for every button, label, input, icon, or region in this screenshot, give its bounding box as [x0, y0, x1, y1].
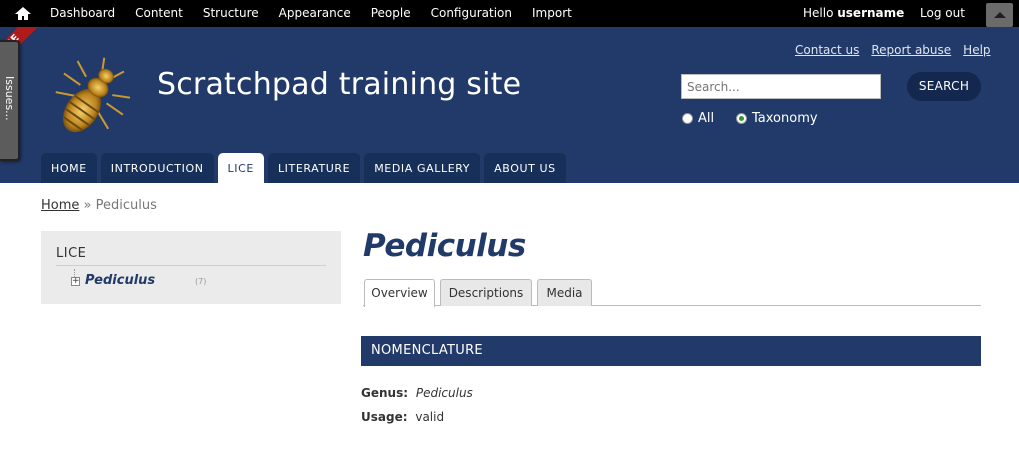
tab-media[interactable]: Media [537, 279, 592, 306]
nav-tab-lice[interactable]: LICE [217, 153, 264, 183]
site-name[interactable]: Scratchpad training site [157, 67, 521, 102]
toolbar-item-people[interactable]: People [371, 6, 411, 21]
hello-text: Hello [803, 6, 834, 20]
issues-tab-label: Issues... [3, 76, 16, 121]
nav-tab-about-us[interactable]: ABOUT US [484, 153, 566, 183]
toolbar-item-configuration[interactable]: Configuration [431, 6, 512, 21]
tab-overview[interactable]: Overview [364, 279, 435, 307]
primary-nav: HOME INTRODUCTION LICE LITERATURE MEDIA … [41, 153, 570, 183]
user-greeting: Hello username [803, 6, 904, 21]
nav-tab-media-gallery[interactable]: MEDIA GALLERY [364, 153, 481, 183]
field-genus-label: Genus: [361, 386, 409, 400]
breadcrumb-current: Pediculus [95, 198, 157, 213]
search-button[interactable]: SEARCH [907, 72, 981, 101]
username[interactable]: username [837, 6, 904, 20]
help-link[interactable]: Help [963, 43, 990, 57]
home-icon[interactable] [13, 5, 33, 22]
toolbar-item-dashboard[interactable]: Dashboard [50, 6, 115, 21]
nav-tab-literature[interactable]: LITERATURE [267, 153, 361, 183]
field-usage-value: valid [415, 410, 445, 424]
toolbar-item-structure[interactable]: Structure [203, 6, 259, 21]
radio-unchecked-icon[interactable] [682, 113, 693, 124]
field-genus-value: Pediculus [415, 386, 473, 400]
search-scope-all-radio[interactable]: All [682, 111, 714, 126]
page-title: Pediculus [363, 228, 526, 264]
toolbar-toggle-button[interactable] [986, 3, 1013, 27]
breadcrumb: Home » Pediculus [41, 198, 157, 213]
site-header: BE Scratchpad training site Contact us R… [0, 27, 1019, 183]
toolbar-item-import[interactable]: Import [532, 6, 572, 21]
toolbar-menu: Dashboard Content Structure Appearance P… [50, 6, 592, 21]
sidebar-title: LICE [56, 246, 87, 261]
issues-feedback-tab[interactable]: Issues... [0, 40, 20, 161]
field-usage: Usage: valid [361, 410, 444, 424]
contact-us-link[interactable]: Contact us [795, 43, 859, 57]
admin-toolbar: Dashboard Content Structure Appearance P… [0, 0, 1019, 27]
sidebar-divider [56, 265, 326, 266]
nav-tab-home[interactable]: HOME [41, 153, 97, 183]
breadcrumb-separator: » [83, 198, 92, 213]
field-genus: Genus: Pediculus [361, 386, 473, 400]
term-count: (7) [195, 277, 207, 286]
secondary-links: Contact us Report abuse Help [795, 43, 991, 57]
radio-label-all: All [698, 111, 715, 126]
toolbar-item-appearance[interactable]: Appearance [279, 6, 351, 21]
search-scope-taxonomy-radio[interactable]: Taxonomy [736, 111, 818, 126]
nav-tab-introduction[interactable]: INTRODUCTION [100, 153, 214, 183]
toolbar-item-content[interactable]: Content [135, 6, 183, 21]
radio-checked-icon[interactable] [736, 113, 747, 124]
field-usage-label: Usage: [361, 410, 408, 424]
content-tabs: Overview Descriptions Media [363, 279, 981, 307]
nomenclature-heading: NOMENCLATURE [361, 336, 981, 366]
expand-plus-icon[interactable]: + [71, 277, 80, 286]
taxonomy-sidebar-block: LICE + Pediculus (7) [41, 231, 341, 304]
tab-descriptions[interactable]: Descriptions [440, 279, 532, 306]
report-abuse-link[interactable]: Report abuse [871, 43, 951, 57]
breadcrumb-home-link[interactable]: Home [41, 198, 79, 213]
taxonomy-term-link[interactable]: Pediculus [85, 273, 155, 288]
search-input[interactable] [681, 74, 881, 99]
logout-link[interactable]: Log out [920, 6, 965, 21]
louse-logo-icon[interactable] [44, 53, 136, 141]
radio-label-taxonomy: Taxonomy [752, 111, 818, 126]
